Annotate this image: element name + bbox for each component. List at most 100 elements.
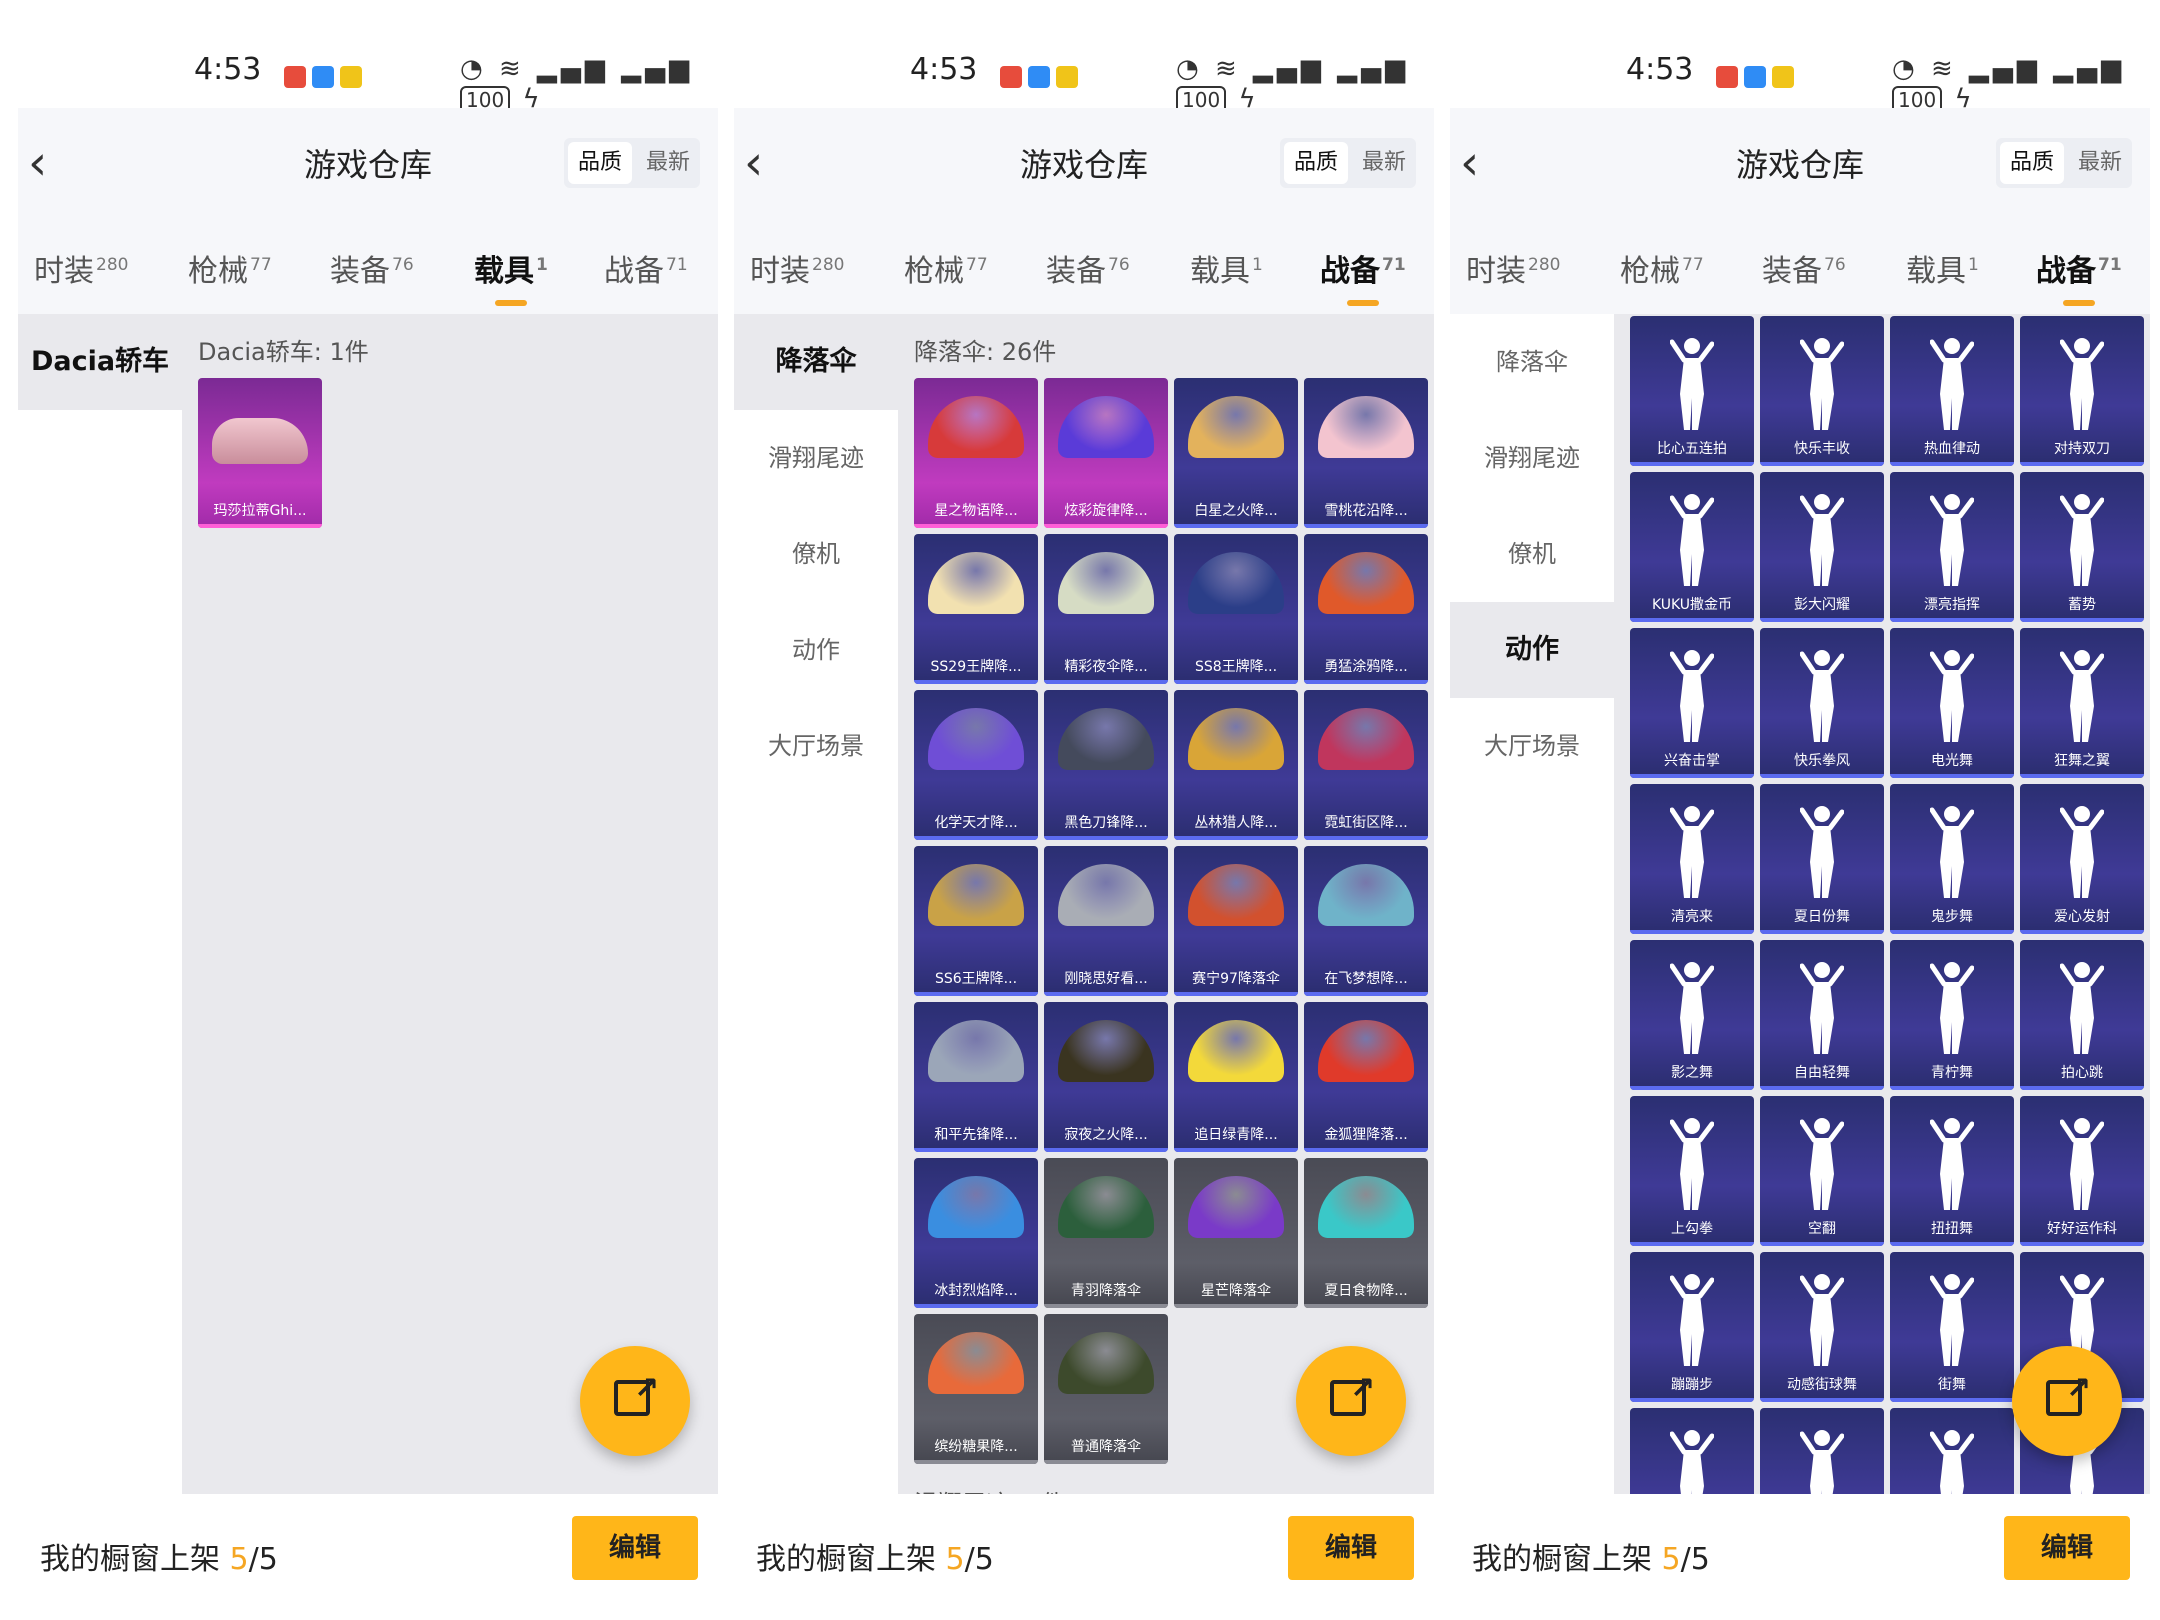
emote-card[interactable]: 对持双刀 bbox=[2020, 316, 2144, 466]
edit-button[interactable]: 编辑 bbox=[572, 1516, 698, 1580]
parachute-card[interactable]: SS6王牌降... bbox=[914, 846, 1038, 996]
parachute-card[interactable]: 化学天才降... bbox=[914, 690, 1038, 840]
emote-card[interactable]: 影之舞 bbox=[1630, 940, 1754, 1090]
sidebar-item-lobby-scene[interactable]: 大厅场景 bbox=[1450, 698, 1614, 794]
dancer-icon bbox=[1670, 1274, 1714, 1366]
share-fab[interactable]: ↗ bbox=[2012, 1346, 2122, 1456]
parachute-card[interactable]: SS8王牌降... bbox=[1174, 534, 1298, 684]
tab-vehicles[interactable]: 载具 1 bbox=[474, 246, 548, 306]
parachute-card[interactable]: 金狐狸降落... bbox=[1304, 1002, 1428, 1152]
sort-quality-button[interactable]: 品质 bbox=[1283, 142, 1348, 184]
sidebar-item-parachute[interactable]: 降落伞 bbox=[734, 314, 898, 410]
parachute-card[interactable]: 霓虹街区降... bbox=[1304, 690, 1428, 840]
emote-card[interactable]: 蓄势 bbox=[2020, 472, 2144, 622]
emote-card[interactable]: 自由轻舞 bbox=[1760, 940, 1884, 1090]
parachute-card[interactable]: 星之物语降... bbox=[914, 378, 1038, 528]
emote-card[interactable] bbox=[1630, 1408, 1754, 1494]
emote-card[interactable]: 爱心发射 bbox=[2020, 784, 2144, 934]
emote-card[interactable]: 街舞 bbox=[1890, 1252, 2014, 1402]
emote-card[interactable]: 动感街球舞 bbox=[1760, 1252, 1884, 1402]
emote-card[interactable]: 电光舞 bbox=[1890, 628, 2014, 778]
emote-card[interactable]: 比心五连拍 bbox=[1630, 316, 1754, 466]
parachute-card[interactable]: 丛林猎人降... bbox=[1174, 690, 1298, 840]
sidebar-item-parachute[interactable]: 降落伞 bbox=[1450, 314, 1614, 410]
tab-guns[interactable]: 枪械 77 bbox=[1620, 246, 1704, 290]
edit-button[interactable]: 编辑 bbox=[1288, 1516, 1414, 1580]
emote-card[interactable]: 狂舞之翼 bbox=[2020, 628, 2144, 778]
emote-card[interactable]: 上勾拳 bbox=[1630, 1096, 1754, 1246]
emote-card[interactable]: 漂亮指挥 bbox=[1890, 472, 2014, 622]
tab-fashion[interactable]: 时装 280 bbox=[1466, 246, 1560, 290]
tab-guns[interactable]: 枪械 77 bbox=[904, 246, 988, 290]
emote-card[interactable]: KUKU撒金币 bbox=[1630, 472, 1754, 622]
emote-card[interactable]: 快乐拳风 bbox=[1760, 628, 1884, 778]
tab-equipment[interactable]: 装备 76 bbox=[1046, 246, 1130, 290]
parachute-card[interactable]: 白星之火降... bbox=[1174, 378, 1298, 528]
emote-card[interactable]: 快乐丰收 bbox=[1760, 316, 1884, 466]
item-card[interactable]: 玛莎拉蒂Ghi... bbox=[198, 378, 322, 528]
parachute-card[interactable]: 雪桃花沿降... bbox=[1304, 378, 1428, 528]
sort-quality-button[interactable]: 品质 bbox=[567, 142, 632, 184]
parachute-card[interactable]: 寂夜之火降... bbox=[1044, 1002, 1168, 1152]
parachute-card[interactable]: SS29王牌降... bbox=[914, 534, 1038, 684]
tab-combat-gear[interactable]: 战备 71 bbox=[1320, 246, 1406, 306]
sidebar-item-lobby-scene[interactable]: 大厅场景 bbox=[734, 698, 898, 794]
parachute-card[interactable]: 在飞梦想降... bbox=[1304, 846, 1428, 996]
sidebar-item-emotes[interactable]: 动作 bbox=[1450, 602, 1614, 698]
emote-card[interactable]: 青柠舞 bbox=[1890, 940, 2014, 1090]
parachute-card[interactable]: 勇猛涂鸦降... bbox=[1304, 534, 1428, 684]
sort-quality-button[interactable]: 品质 bbox=[1999, 142, 2064, 184]
tab-vehicles[interactable]: 载具 1 bbox=[1190, 246, 1263, 290]
sidebar-item-glide-trail[interactable]: 滑翔尾迹 bbox=[734, 410, 898, 506]
emote-card[interactable]: 热血律动 bbox=[1890, 316, 2014, 466]
tab-combat-gear[interactable]: 战备 71 bbox=[604, 246, 688, 290]
emote-card[interactable] bbox=[1760, 1408, 1884, 1494]
parachute-card[interactable]: 追日绿青降... bbox=[1174, 1002, 1298, 1152]
emote-card[interactable] bbox=[1890, 1408, 2014, 1494]
item-label: 黑色刀锋降... bbox=[1064, 815, 1148, 831]
sort-toggle[interactable]: 品质 最新 bbox=[1995, 138, 2132, 188]
parachute-card[interactable]: 普通降落伞 bbox=[1044, 1314, 1168, 1464]
sidebar-item-wingman[interactable]: 僚机 bbox=[734, 506, 898, 602]
emote-card[interactable]: 拍心跳 bbox=[2020, 940, 2144, 1090]
sidebar-item-wingman[interactable]: 僚机 bbox=[1450, 506, 1614, 602]
tab-combat-gear[interactable]: 战备 71 bbox=[2036, 246, 2122, 306]
share-fab[interactable]: ↗ bbox=[1296, 1346, 1406, 1456]
edit-button[interactable]: 编辑 bbox=[2004, 1516, 2130, 1580]
sort-newest-button[interactable]: 最新 bbox=[2068, 138, 2132, 188]
emote-card[interactable]: 鬼步舞 bbox=[1890, 784, 2014, 934]
parachute-card[interactable]: 赛宁97降落伞 bbox=[1174, 846, 1298, 996]
emote-card[interactable]: 清亮来 bbox=[1630, 784, 1754, 934]
tab-equipment[interactable]: 装备 76 bbox=[1762, 246, 1846, 290]
emote-card[interactable]: 空翻 bbox=[1760, 1096, 1884, 1246]
parachute-card[interactable]: 缤纷糖果降... bbox=[914, 1314, 1038, 1464]
tab-guns[interactable]: 枪械 77 bbox=[188, 246, 272, 290]
sidebar-item-glide-trail[interactable]: 滑翔尾迹 bbox=[1450, 410, 1614, 506]
sort-newest-button[interactable]: 最新 bbox=[636, 138, 700, 188]
sort-toggle[interactable]: 品质 最新 bbox=[563, 138, 700, 188]
parachute-card[interactable]: 黑色刀锋降... bbox=[1044, 690, 1168, 840]
tab-fashion[interactable]: 时装 280 bbox=[34, 246, 128, 290]
parachute-card[interactable]: 星芒降落伞 bbox=[1174, 1158, 1298, 1308]
parachute-card[interactable]: 冰封烈焰降... bbox=[914, 1158, 1038, 1308]
parachute-card[interactable]: 炫彩旋律降... bbox=[1044, 378, 1168, 528]
sidebar-item-emotes[interactable]: 动作 bbox=[734, 602, 898, 698]
sort-toggle[interactable]: 品质 最新 bbox=[1279, 138, 1416, 188]
sidebar-item-dacia[interactable]: Dacia轿车 bbox=[18, 314, 182, 410]
parachute-card[interactable]: 和平先锋降... bbox=[914, 1002, 1038, 1152]
parachute-card[interactable]: 精彩夜伞降... bbox=[1044, 534, 1168, 684]
sort-newest-button[interactable]: 最新 bbox=[1352, 138, 1416, 188]
tab-fashion[interactable]: 时装 280 bbox=[750, 246, 844, 290]
emote-card[interactable]: 扭扭舞 bbox=[1890, 1096, 2014, 1246]
emote-card[interactable]: 好好运作科 bbox=[2020, 1096, 2144, 1246]
parachute-card[interactable]: 刚晓思好看... bbox=[1044, 846, 1168, 996]
parachute-card[interactable]: 夏日食物降... bbox=[1304, 1158, 1428, 1308]
tab-vehicles[interactable]: 载具 1 bbox=[1906, 246, 1979, 290]
emote-card[interactable]: 蹦蹦步 bbox=[1630, 1252, 1754, 1402]
tab-equipment[interactable]: 装备 76 bbox=[330, 246, 414, 290]
emote-card[interactable]: 彭大闪耀 bbox=[1760, 472, 1884, 622]
emote-card[interactable]: 夏日份舞 bbox=[1760, 784, 1884, 934]
emote-card[interactable]: 兴奋击掌 bbox=[1630, 628, 1754, 778]
parachute-card[interactable]: 青羽降落伞 bbox=[1044, 1158, 1168, 1308]
share-fab[interactable]: ↗ bbox=[580, 1346, 690, 1456]
